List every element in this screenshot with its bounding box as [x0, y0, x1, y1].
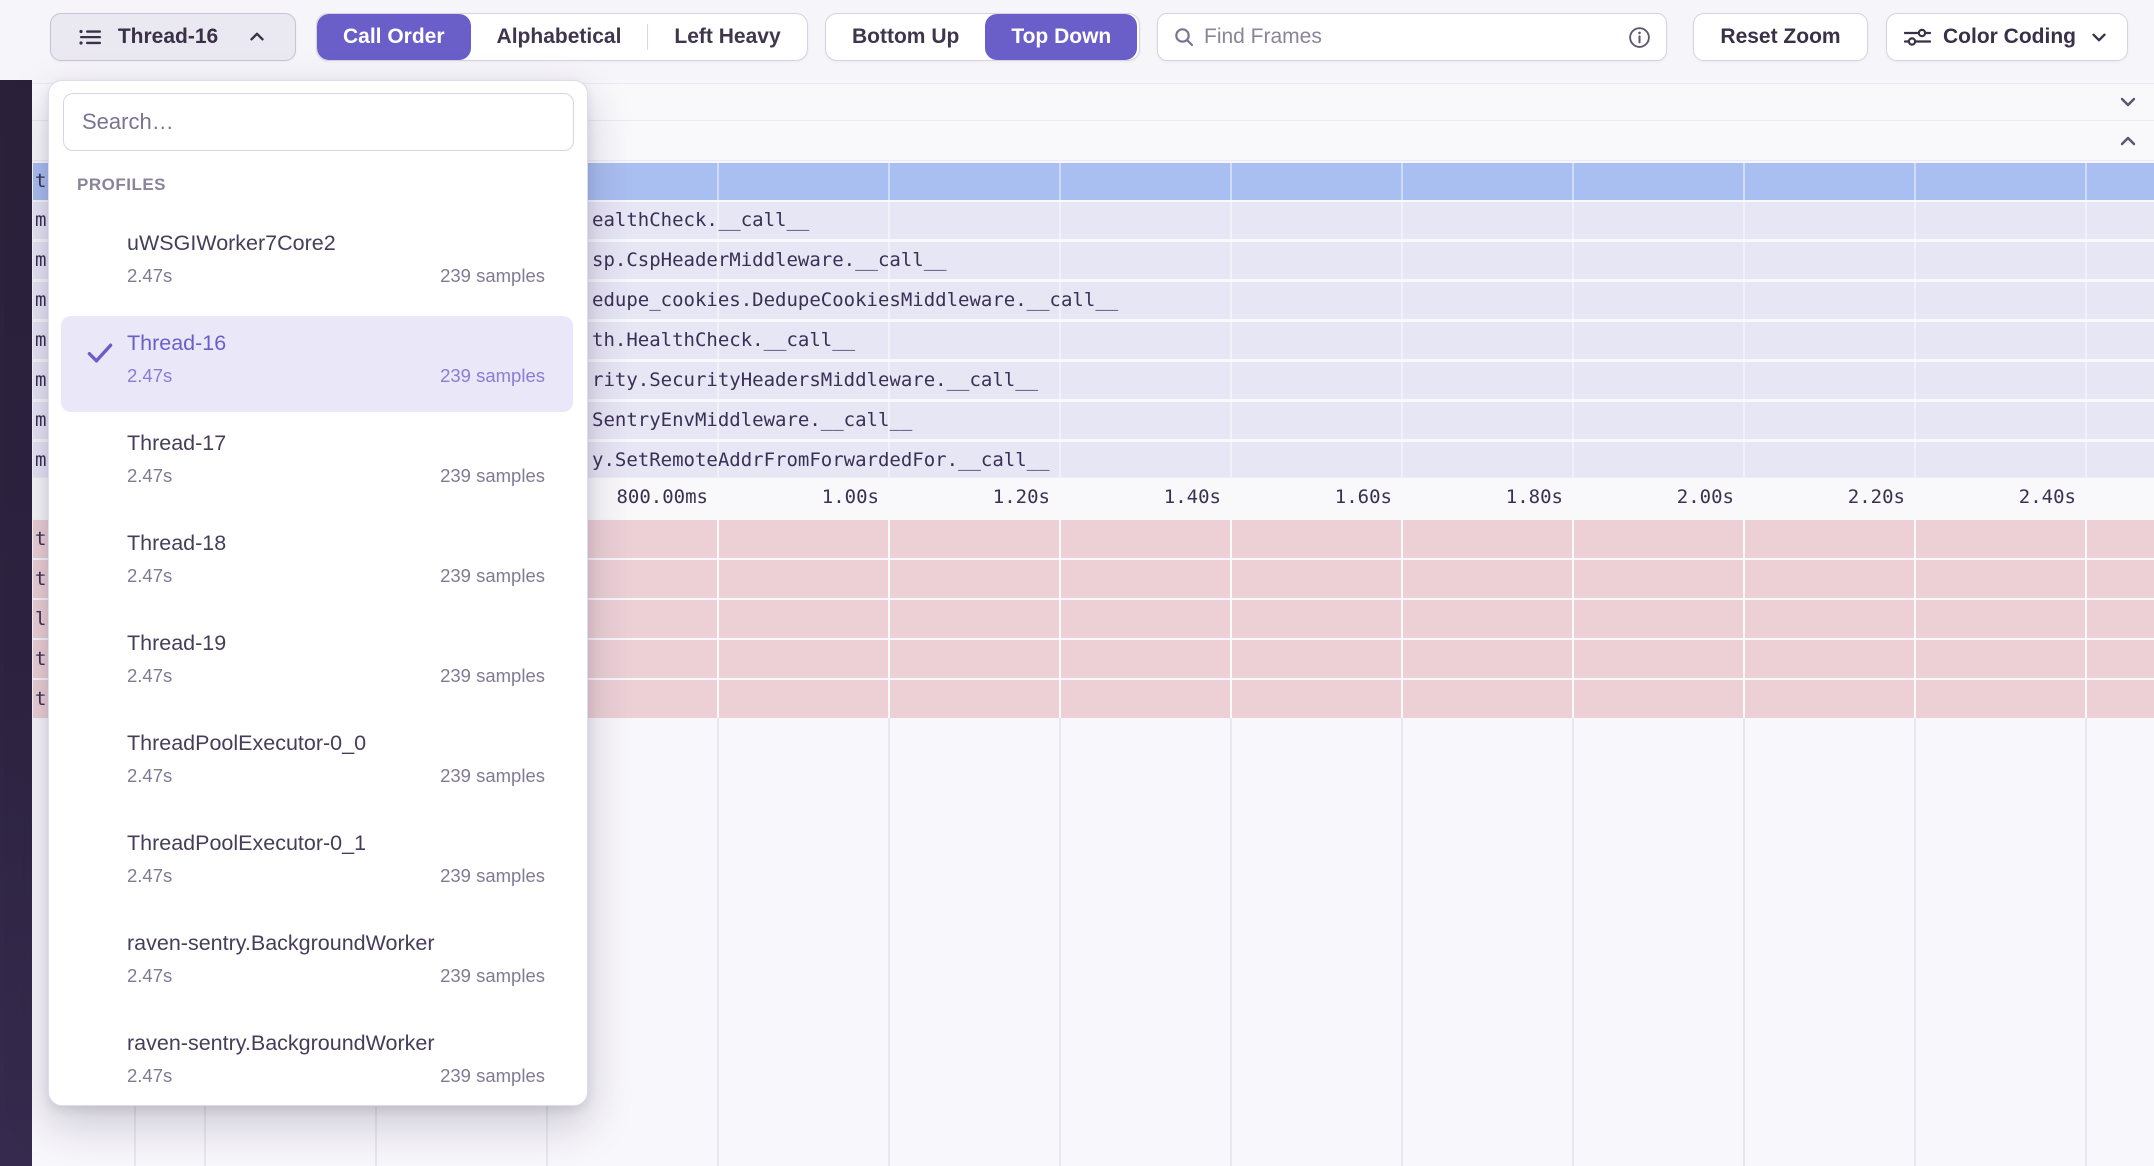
profile-option-name: Thread-19: [127, 631, 545, 656]
chevron-up-icon: [246, 26, 268, 48]
profile-option-duration: 2.47s: [127, 565, 172, 587]
profiling-flamegraph-screen: t m ealthCheck.__call__ m sp.CspHeaderMi…: [0, 0, 2154, 1166]
sort-mode-segmented-control: Call Order Alphabetical Left Heavy: [316, 13, 808, 61]
frame-text-fragment: t: [35, 680, 46, 718]
profile-option-samples: 239 samples: [440, 965, 545, 987]
sort-alphabetical-button[interactable]: Alphabetical: [471, 14, 648, 60]
axis-tick-label: 2.20s: [1725, 486, 1905, 508]
profile-option-duration: 2.47s: [127, 365, 172, 387]
profile-option-duration: 2.47s: [127, 965, 172, 987]
frame-text-fragment: t: [35, 560, 46, 598]
info-icon[interactable]: [1627, 25, 1652, 50]
frame-text: SentryEnvMiddleware.__call__: [592, 402, 912, 439]
profile-option-name: raven-sentry.BackgroundWorker: [127, 931, 545, 956]
frame-text-fragment: m: [35, 322, 46, 359]
profile-option-samples: 239 samples: [440, 1065, 545, 1087]
profile-option[interactable]: raven-sentry.BackgroundWorker 2.47s 239 …: [61, 916, 573, 1012]
axis-tick-label: 1.40s: [1041, 486, 1221, 508]
profile-option[interactable]: uWSGIWorker7Core2 2.47s 239 samples: [61, 216, 573, 312]
frame-text-fragment: m: [35, 202, 46, 239]
profile-option-duration: 2.47s: [127, 465, 172, 487]
profile-option[interactable]: Thread-17 2.47s 239 samples: [61, 416, 573, 512]
app-sidebar-edge: [0, 0, 32, 1166]
frame-text-fragment: t: [35, 520, 46, 558]
thread-selector-button[interactable]: Thread-16: [50, 13, 296, 61]
profile-option[interactable]: ThreadPoolExecutor-0_1 2.47s 239 samples: [61, 816, 573, 912]
profiles-section-label: PROFILES: [77, 175, 166, 195]
profile-option-duration: 2.47s: [127, 865, 172, 887]
profile-option[interactable]: ThreadPoolExecutor-0_0 2.47s 239 samples: [61, 716, 573, 812]
view-mode-segmented-control: Bottom Up Top Down: [825, 13, 1140, 61]
reset-zoom-button[interactable]: Reset Zoom: [1693, 13, 1868, 61]
checkmark-icon: [83, 336, 117, 375]
chevron-down-icon[interactable]: [2116, 90, 2140, 114]
axis-tick-label: 1.20s: [870, 486, 1050, 508]
profile-option-samples: 239 samples: [440, 865, 545, 887]
profile-option-samples: 239 samples: [440, 565, 545, 587]
frame-text: th.HealthCheck.__call__: [592, 322, 855, 359]
profile-option-samples: 239 samples: [440, 765, 545, 787]
profile-option-duration: 2.47s: [127, 765, 172, 787]
profile-option[interactable]: Thread-19 2.47s 239 samples: [61, 616, 573, 712]
thread-dropdown-panel: PROFILES uWSGIWorker7Core2 2.47s 239 sam…: [48, 80, 588, 1106]
dropdown-search-box: [63, 93, 574, 151]
color-coding-button[interactable]: Color Coding: [1886, 13, 2128, 61]
frame-text-fragment: t: [35, 640, 46, 678]
sort-call-order-button[interactable]: Call Order: [317, 14, 471, 60]
frame-text-fragment: m: [35, 442, 46, 479]
dropdown-search-input[interactable]: [64, 109, 573, 135]
frame-text-fragment: m: [35, 402, 46, 439]
flamegraph-toolbar: Thread-16 Call Order Alphabetical Left H…: [0, 0, 2154, 80]
profile-option-name: Thread-18: [127, 531, 545, 556]
frame-text: rity.SecurityHeadersMiddleware.__call__: [592, 362, 1038, 399]
profile-option-name: ThreadPoolExecutor-0_1: [127, 831, 545, 856]
profile-option-duration: 2.47s: [127, 665, 172, 687]
frame-text: sp.CspHeaderMiddleware.__call__: [592, 242, 947, 279]
sort-left-heavy-button[interactable]: Left Heavy: [648, 14, 806, 60]
search-icon: [1172, 25, 1196, 49]
profile-option-samples: 239 samples: [440, 665, 545, 687]
axis-tick-label: 2.00s: [1554, 486, 1734, 508]
profile-option-name: Thread-16: [127, 331, 545, 356]
profile-option-selected[interactable]: Thread-16 2.47s 239 samples: [61, 316, 573, 412]
axis-tick-label: 1.80s: [1383, 486, 1563, 508]
chevron-down-icon: [2088, 26, 2110, 48]
frame-text-fragment: m: [35, 282, 46, 319]
find-frames-input[interactable]: [1196, 25, 1627, 49]
frame-text: edupe_cookies.DedupeCookiesMiddleware.__…: [592, 282, 1118, 319]
profile-option-duration: 2.47s: [127, 265, 172, 287]
profile-option-name: ThreadPoolExecutor-0_0: [127, 731, 545, 756]
axis-tick-label: 1.60s: [1212, 486, 1392, 508]
chevron-up-icon[interactable]: [2116, 129, 2140, 153]
profile-option-name: uWSGIWorker7Core2: [127, 231, 545, 256]
profile-option-samples: 239 samples: [440, 465, 545, 487]
axis-tick-label: 1.00s: [699, 486, 879, 508]
frame-text-fragment: l: [35, 600, 46, 638]
view-bottom-up-button[interactable]: Bottom Up: [826, 14, 985, 60]
frame-text-fragment: t: [35, 163, 46, 200]
profile-option-samples: 239 samples: [440, 265, 545, 287]
profile-option-duration: 2.47s: [127, 1065, 172, 1087]
reset-zoom-label: Reset Zoom: [1720, 25, 1840, 49]
thread-selector-label: Thread-16: [118, 25, 218, 49]
profile-option[interactable]: raven-sentry.BackgroundWorker 2.47s 239 …: [61, 1016, 573, 1106]
profile-option[interactable]: Thread-18 2.47s 239 samples: [61, 516, 573, 612]
frame-text-fragment: m: [35, 242, 46, 279]
list-icon: [78, 25, 104, 49]
frame-text: y.SetRemoteAddrFromForwardedFor.__call__: [592, 442, 1050, 479]
view-top-down-button[interactable]: Top Down: [985, 14, 1137, 60]
frame-text-fragment: m: [35, 362, 46, 399]
frame-text: ealthCheck.__call__: [592, 202, 809, 239]
profile-option-name: raven-sentry.BackgroundWorker: [127, 1031, 545, 1056]
axis-tick-label: 2.40s: [1896, 486, 2076, 508]
sliders-icon: [1904, 25, 1931, 49]
find-frames-search: [1157, 13, 1667, 61]
profile-option-samples: 239 samples: [440, 365, 545, 387]
profile-option-name: Thread-17: [127, 431, 545, 456]
color-coding-label: Color Coding: [1943, 25, 2076, 49]
